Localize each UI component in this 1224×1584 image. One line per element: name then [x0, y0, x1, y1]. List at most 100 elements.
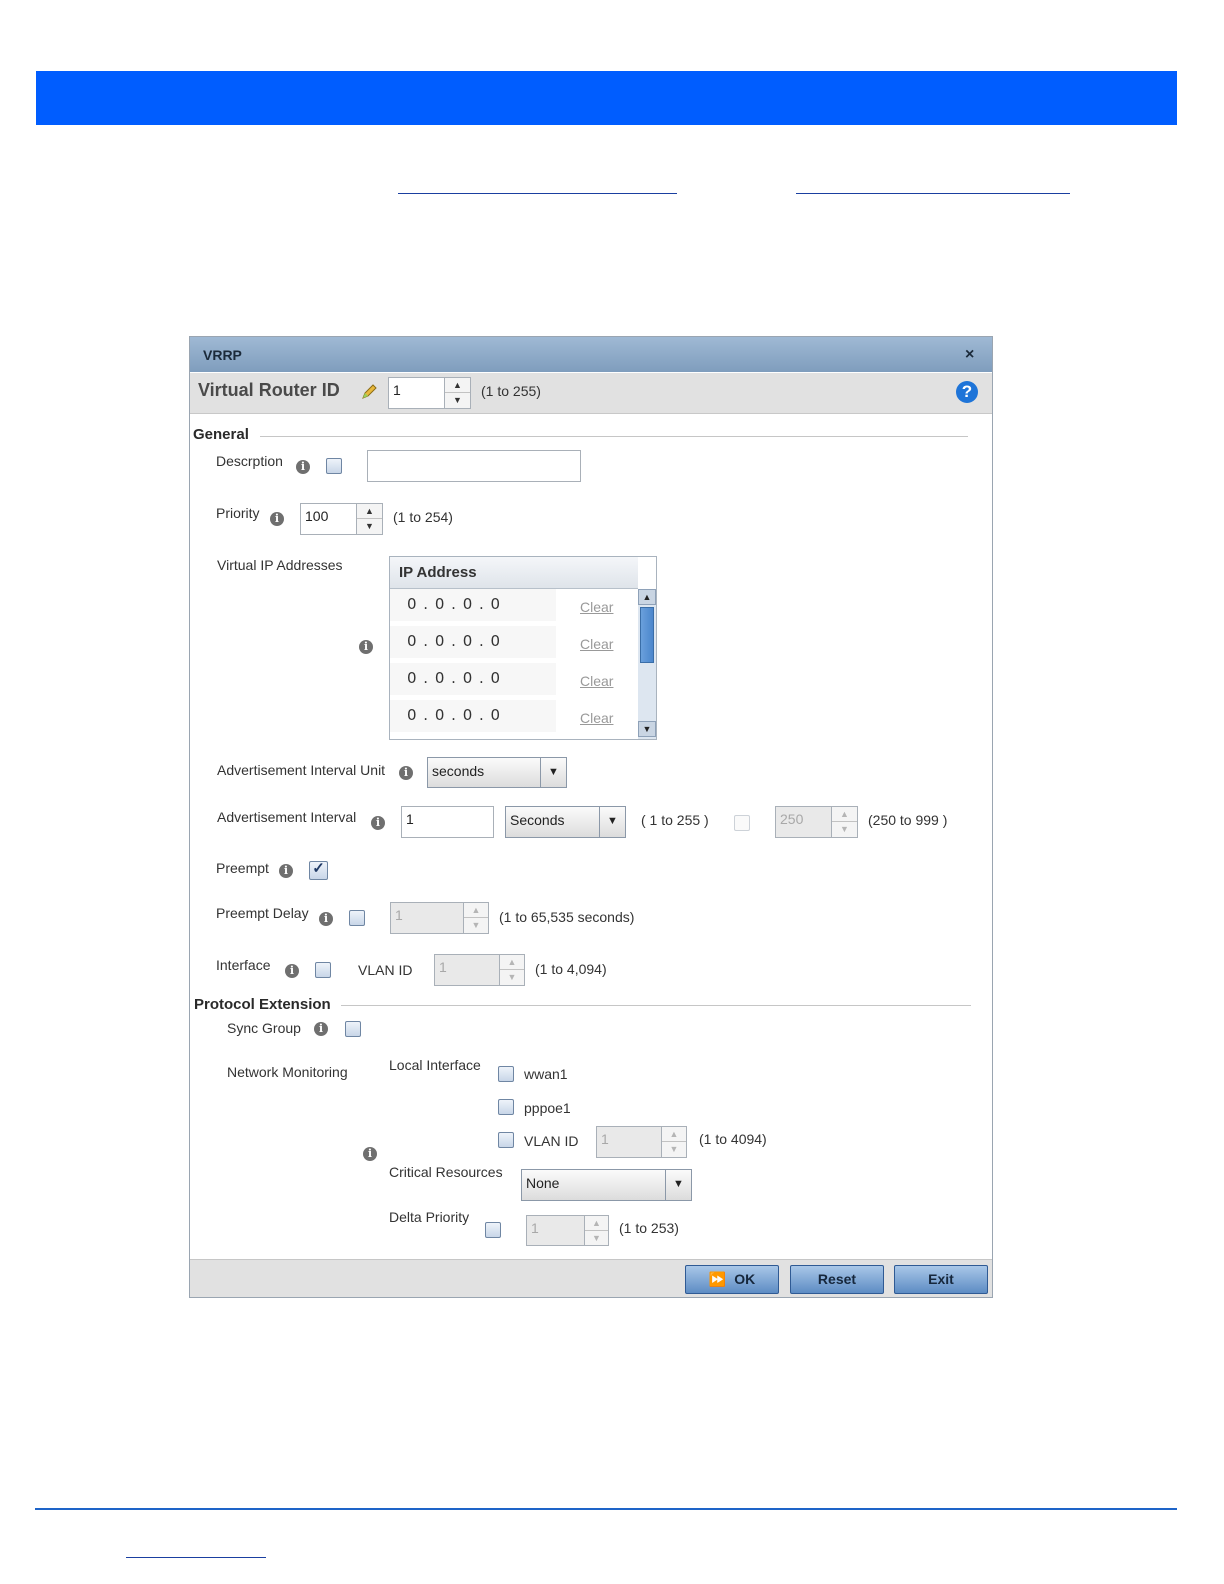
dropdown-arrow-icon[interactable]: ▼	[599, 807, 625, 837]
preempt-checkbox[interactable]: ✓	[309, 861, 328, 880]
footer-rule	[35, 1508, 1177, 1510]
critical-resources-label: Critical Resources	[389, 1164, 503, 1180]
pppoe1-checkbox[interactable]	[498, 1099, 514, 1115]
priority-label: Priority	[216, 505, 260, 521]
spin-up-icon[interactable]: ▲	[662, 1127, 686, 1142]
wwan1-checkbox[interactable]	[498, 1066, 514, 1082]
preempt-delay-label: Preempt Delay	[216, 905, 309, 921]
dropdown-arrow-icon[interactable]: ▼	[665, 1170, 691, 1200]
spin-up-icon[interactable]: ▲	[445, 378, 470, 393]
help-icon[interactable]: ?	[956, 381, 978, 403]
virtual-router-id-input[interactable]: 1	[388, 377, 445, 409]
spin-down-icon[interactable]: ▼	[832, 822, 857, 837]
spin-down-icon[interactable]: ▼	[585, 1231, 608, 1246]
description-input[interactable]	[367, 450, 581, 482]
adv-interval-range: ( 1 to 255 )	[641, 812, 709, 828]
virtual-router-range: (1 to 255)	[481, 383, 541, 399]
ip-column-header: IP Address	[399, 564, 477, 581]
info-icon: i	[371, 816, 385, 830]
nm-vlan-spinner[interactable]: ▲ ▼	[662, 1126, 687, 1158]
nm-vlan-range: (1 to 4094)	[699, 1131, 767, 1147]
virtual-router-id-spinner[interactable]: ▲ ▼	[445, 377, 471, 409]
info-icon: i	[296, 460, 310, 474]
virtual-ip-label: Virtual IP Addresses	[217, 557, 343, 573]
priority-spinner[interactable]: ▲ ▼	[357, 503, 383, 535]
critical-resources-select[interactable]: None ▼	[521, 1169, 692, 1201]
reset-button[interactable]: Reset	[790, 1265, 884, 1294]
adv-interval-unit-dropdown[interactable]: Seconds ▼	[505, 806, 626, 838]
preempt-delay-checkbox[interactable]	[349, 910, 365, 926]
spin-down-icon[interactable]: ▼	[662, 1142, 686, 1157]
adv-interval-input[interactable]: 1	[401, 806, 494, 838]
nm-vlan-input[interactable]: 1	[596, 1126, 662, 1158]
delta-priority-checkbox[interactable]	[485, 1222, 501, 1238]
ip-address-input[interactable]: 0 . 0 . 0 . 0	[390, 663, 556, 695]
close-icon[interactable]: ×	[965, 346, 974, 364]
priority-input[interactable]: 100	[300, 503, 357, 535]
scroll-down-icon[interactable]: ▼	[638, 721, 656, 737]
delta-priority-input[interactable]: 1	[526, 1215, 585, 1246]
nm-vlan-checkbox[interactable]	[498, 1132, 514, 1148]
ip-row: 0 . 0 . 0 . 0 Clear	[390, 626, 638, 663]
ip-address-table: IP Address ▲ ▼ 0 . 0 . 0 . 0 Clear 0 . 0…	[389, 556, 657, 740]
page-link-1[interactable]	[398, 193, 677, 194]
info-icon: i	[314, 1022, 328, 1036]
vlan-id-input[interactable]: 1	[434, 954, 500, 986]
clear-link[interactable]: Clear	[580, 710, 613, 726]
adv-ms-spinner[interactable]: ▲ ▼	[832, 806, 858, 838]
general-section-title: General	[193, 426, 249, 443]
description-checkbox[interactable]	[326, 458, 342, 474]
dialog-title-bar	[190, 337, 992, 372]
virtual-router-label: Virtual Router ID	[198, 380, 340, 400]
adv-interval-unit-value: seconds	[432, 763, 485, 779]
info-icon: i	[270, 512, 284, 526]
ip-address-input[interactable]: 0 . 0 . 0 . 0	[390, 626, 556, 658]
page-link-2[interactable]	[796, 193, 1070, 194]
spin-down-icon[interactable]: ▼	[445, 393, 470, 408]
ip-address-input[interactable]: 0 . 0 . 0 . 0	[390, 700, 556, 732]
footer-link[interactable]	[126, 1557, 266, 1558]
vlan-id-range: (1 to 4,094)	[535, 961, 607, 977]
spin-up-icon[interactable]: ▲	[832, 807, 857, 822]
clear-link[interactable]: Clear	[580, 673, 613, 689]
spin-down-icon[interactable]: ▼	[357, 519, 382, 534]
preempt-label: Preempt	[216, 860, 269, 876]
wwan1-label: wwan1	[524, 1066, 568, 1082]
adv-interval-unit-select[interactable]: seconds ▼	[427, 757, 567, 788]
spin-up-icon[interactable]: ▲	[500, 955, 524, 970]
adv-ms-checkbox[interactable]	[734, 815, 750, 831]
preempt-delay-spinner[interactable]: ▲ ▼	[464, 902, 489, 934]
vlan-id-spinner[interactable]: ▲ ▼	[500, 954, 525, 986]
spin-up-icon[interactable]: ▲	[357, 504, 382, 519]
sync-group-checkbox[interactable]	[345, 1021, 361, 1037]
ip-table-scrollbar[interactable]: ▲ ▼	[638, 589, 656, 739]
local-interface-label: Local Interface	[389, 1057, 481, 1073]
scroll-up-icon[interactable]: ▲	[638, 589, 656, 605]
pppoe1-label: pppoe1	[524, 1100, 571, 1116]
exit-button[interactable]: Exit	[894, 1265, 988, 1294]
ok-button[interactable]: ⏩ OK	[685, 1265, 779, 1294]
ip-address-input[interactable]: 0 . 0 . 0 . 0	[390, 589, 556, 621]
spin-down-icon[interactable]: ▼	[464, 918, 488, 933]
preempt-delay-input[interactable]: 1	[390, 902, 464, 934]
ip-row: 0 . 0 . 0 . 0 Clear	[390, 663, 638, 700]
vrrp-dialog: VRRP × Virtual Router ID 1 ▲ ▼ (1 to 255…	[189, 336, 993, 1298]
priority-range: (1 to 254)	[393, 509, 453, 525]
interface-checkbox[interactable]	[315, 962, 331, 978]
ok-label: OK	[734, 1271, 756, 1287]
interface-label: Interface	[216, 957, 271, 973]
spin-up-icon[interactable]: ▲	[464, 903, 488, 918]
scroll-thumb[interactable]	[640, 607, 654, 663]
spin-down-icon[interactable]: ▼	[500, 970, 524, 985]
spin-up-icon[interactable]: ▲	[585, 1216, 608, 1231]
delta-priority-label: Delta Priority	[389, 1209, 470, 1225]
nm-vlan-label: VLAN ID	[524, 1133, 579, 1149]
delta-priority-spinner[interactable]: ▲ ▼	[585, 1215, 609, 1246]
header-bar	[36, 71, 1177, 125]
description-label: Descrption	[216, 453, 283, 469]
dropdown-arrow-icon[interactable]: ▼	[540, 758, 566, 787]
clear-link[interactable]: Clear	[580, 636, 613, 652]
clear-link[interactable]: Clear	[580, 599, 613, 615]
sync-group-label: Sync Group	[227, 1020, 301, 1036]
adv-ms-input[interactable]: 250	[775, 806, 832, 838]
